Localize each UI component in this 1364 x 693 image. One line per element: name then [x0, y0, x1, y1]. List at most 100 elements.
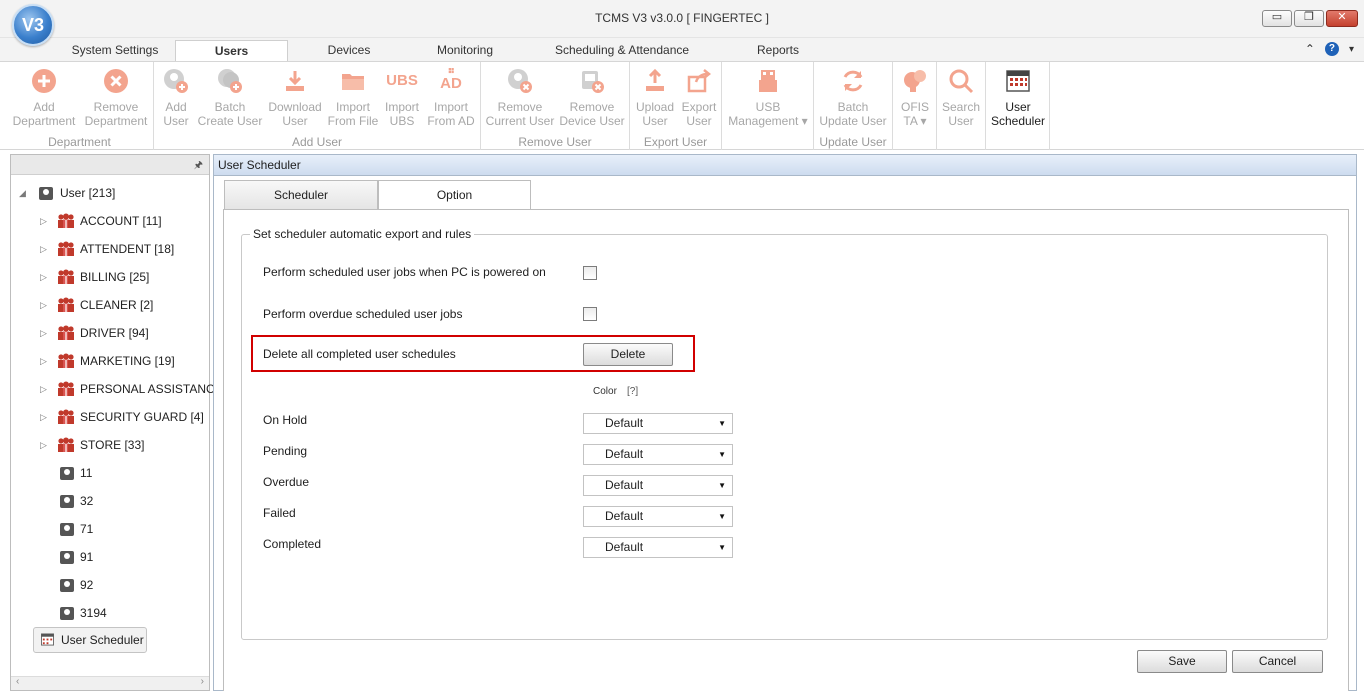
dropdown-arrow-icon[interactable]: ▼: [718, 476, 726, 495]
import-from-ad-button[interactable]: AD Import From AD: [424, 68, 478, 128]
close-button[interactable]: ✕: [1326, 10, 1358, 27]
title-bar: V3 TCMS V3 v3.0.0 [ FINGERTEC ] ▭ ❐ ✕: [0, 0, 1364, 46]
department-group-icon: [57, 269, 75, 284]
tree-department-item[interactable]: ▷ DRIVER [94]: [11, 322, 209, 344]
ribbon-group-label: Update User: [819, 135, 887, 149]
select-value: Default: [605, 478, 644, 492]
app-logo[interactable]: V3: [12, 4, 54, 46]
tree-root[interactable]: ◢ User [213]: [11, 182, 209, 204]
batch-create-user-button[interactable]: Batch Create User: [196, 68, 264, 128]
status-color-select[interactable]: Default ▼: [583, 475, 733, 496]
usb-management-button[interactable]: USB Management ▾: [725, 68, 811, 128]
tree-department-item[interactable]: ▷ PERSONAL ASSISTANCE: [11, 378, 223, 400]
tab-devices[interactable]: Devices: [300, 40, 398, 63]
tab-scheduling-attendance[interactable]: Scheduling & Attendance: [536, 40, 708, 63]
remove-department-button[interactable]: Remove Department: [80, 68, 152, 128]
scroll-left-icon[interactable]: ‹: [16, 676, 19, 687]
tree-user-item[interactable]: 92: [11, 574, 209, 596]
user-label: 3194: [80, 606, 107, 620]
tab-reports[interactable]: Reports: [738, 40, 818, 63]
download-user-button[interactable]: Download User: [264, 68, 326, 128]
remove-current-user-button[interactable]: Remove Current User: [484, 68, 556, 128]
tree-department-item[interactable]: ▷ SECURITY GUARD [4]: [11, 406, 209, 428]
collapsed-arrow-icon[interactable]: ▷: [40, 406, 47, 428]
ofis-ta-button[interactable]: OFIS TA ▾: [894, 68, 936, 128]
export-user-button[interactable]: Export User: [678, 68, 720, 128]
tab-option[interactable]: Option: [378, 180, 531, 211]
collapsed-arrow-icon[interactable]: ▷: [40, 378, 47, 400]
collapse-ribbon-icon[interactable]: ⌃: [1305, 42, 1315, 56]
button-label: Import: [384, 100, 419, 114]
tree-user-item[interactable]: 3194: [11, 602, 209, 624]
dropdown-arrow-icon[interactable]: ▼: [718, 507, 726, 526]
dropdown-arrow-icon[interactable]: ▼: [718, 414, 726, 433]
restore-button[interactable]: ❐: [1294, 10, 1324, 27]
help-icon[interactable]: ?: [1324, 42, 1339, 56]
ribbon-group-label: Remove User: [518, 135, 592, 149]
powered-on-checkbox[interactable]: [583, 266, 597, 280]
collapsed-arrow-icon[interactable]: ▷: [40, 238, 47, 260]
overdue-checkbox[interactable]: [583, 307, 597, 321]
menu-chevron-icon[interactable]: ▾: [1349, 44, 1354, 55]
button-label: Add: [165, 100, 187, 114]
button-label: From File: [327, 114, 379, 128]
remove-device-user-button[interactable]: Remove Device User: [556, 68, 628, 128]
tree-department-item[interactable]: ▷ MARKETING [19]: [11, 350, 209, 372]
status-color-select[interactable]: Default ▼: [583, 444, 733, 465]
import-ubs-button[interactable]: UBS Import UBS: [380, 68, 424, 128]
tree-department-item[interactable]: ▷ STORE [33]: [11, 434, 209, 456]
add-department-button[interactable]: Add Department: [8, 68, 80, 128]
tree-user-item[interactable]: 91: [11, 546, 209, 568]
department-group-icon: [57, 325, 75, 340]
button-label: Export: [681, 100, 717, 114]
ofis-icon: [904, 70, 926, 92]
expanded-arrow-icon[interactable]: ◢: [19, 182, 26, 204]
user-icon: [60, 523, 74, 536]
horizontal-scrollbar[interactable]: ‹ ›: [11, 676, 209, 690]
tree-user-item[interactable]: 11: [11, 462, 209, 484]
dropdown-arrow-icon[interactable]: ▼: [718, 445, 726, 464]
cancel-button[interactable]: Cancel: [1232, 650, 1323, 673]
user-label: 91: [80, 550, 94, 564]
tab-users[interactable]: Users: [175, 40, 288, 63]
calendar-icon: [1006, 70, 1030, 92]
tree-department-item[interactable]: ▷ CLEANER [2]: [11, 294, 209, 316]
upload-user-button[interactable]: Upload User: [634, 68, 676, 128]
tree-department-item[interactable]: ▷ BILLING [25]: [11, 266, 209, 288]
status-color-select[interactable]: Default ▼: [583, 413, 733, 434]
status-color-label: Failed: [263, 506, 296, 520]
collapsed-arrow-icon[interactable]: ▷: [40, 350, 47, 372]
status-color-select[interactable]: Default ▼: [583, 537, 733, 558]
collapsed-arrow-icon[interactable]: ▷: [40, 294, 47, 316]
delete-button[interactable]: Delete: [583, 343, 673, 366]
scroll-right-icon[interactable]: ›: [201, 676, 204, 687]
save-button[interactable]: Save: [1137, 650, 1227, 673]
minimize-button[interactable]: ▭: [1262, 10, 1292, 27]
panel-title: User Scheduler: [214, 155, 1356, 176]
user-scheduler-node[interactable]: User Scheduler: [33, 627, 147, 653]
button-label: Import: [335, 100, 370, 114]
tree-department-item[interactable]: ▷ ATTENDENT [18]: [11, 238, 209, 260]
tree-department-item[interactable]: ▷ ACCOUNT [11]: [11, 210, 209, 232]
dropdown-arrow-icon[interactable]: ▼: [718, 538, 726, 557]
option-label-overdue: Perform overdue scheduled user jobs: [263, 307, 463, 321]
tab-scheduler[interactable]: Scheduler: [224, 180, 378, 210]
search-user-button[interactable]: Search User: [939, 68, 983, 128]
tab-monitoring[interactable]: Monitoring: [415, 40, 515, 63]
tab-system-settings[interactable]: System Settings: [62, 40, 168, 63]
remove-user-icon: [508, 69, 532, 93]
tree-user-item[interactable]: 32: [11, 490, 209, 512]
tree-user-item[interactable]: 71: [11, 518, 209, 540]
batch-update-user-button[interactable]: Batch Update User: [816, 68, 890, 128]
collapsed-arrow-icon[interactable]: ▷: [40, 210, 47, 232]
import-from-file-button[interactable]: Import From File: [326, 68, 380, 128]
collapsed-arrow-icon[interactable]: ▷: [40, 322, 47, 344]
collapsed-arrow-icon[interactable]: ▷: [40, 266, 47, 288]
button-label: User: [163, 114, 189, 128]
add-user-button[interactable]: Add User: [156, 68, 196, 128]
status-color-select[interactable]: Default ▼: [583, 506, 733, 527]
collapsed-arrow-icon[interactable]: ▷: [40, 434, 47, 456]
user-scheduler-button[interactable]: User Scheduler: [988, 68, 1048, 128]
folder-icon: [342, 74, 364, 90]
color-help-link[interactable]: [?]: [627, 386, 638, 397]
